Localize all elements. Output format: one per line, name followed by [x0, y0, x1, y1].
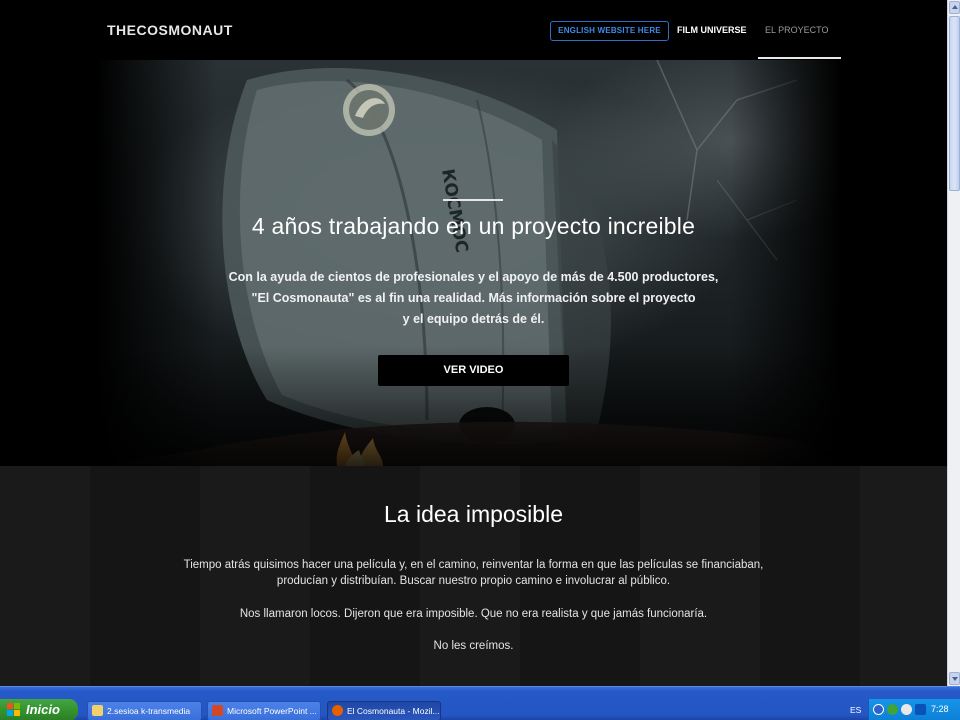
windows-logo-icon [7, 703, 21, 717]
nav-item-el-proyecto[interactable]: EL PROYECTO [765, 25, 829, 35]
start-label: Inicio [26, 702, 60, 717]
folder-icon [92, 705, 103, 716]
hero-description-line: "El Cosmonauta" es al fin una realidad. … [251, 291, 696, 305]
start-button[interactable]: Inicio [0, 699, 78, 720]
clock[interactable]: 7:28 [931, 704, 949, 714]
idea-paragraph: Tiempo atrás quisimos hacer una película… [183, 559, 764, 571]
hero-section: КОСМОС [97, 60, 841, 466]
english-website-button[interactable]: ENGLISH WEBSITE HERE [550, 21, 669, 41]
arrow-up-icon [952, 5, 958, 9]
hero-divider [443, 199, 503, 201]
windows-taskbar: Inicio 2.sesioa k-transmedia Microsoft P… [0, 686, 960, 720]
messenger-icon[interactable] [901, 704, 912, 715]
hero-description-line: Con la ayuda de cientos de profesionales… [228, 270, 719, 284]
top-navigation: THECOSMONAUT ENGLISH WEBSITE HERE FILM U… [0, 0, 947, 60]
nav-active-underline [758, 57, 841, 59]
background-panel [0, 466, 90, 686]
arrow-down-icon [952, 677, 958, 681]
idea-title: La idea imposible [383, 501, 563, 527]
background-panel [860, 466, 947, 686]
hero-description-line: y el equipo detrás de él. [402, 312, 545, 326]
ver-video-button[interactable]: VER VIDEO [378, 355, 569, 386]
idea-section: La idea imposible Tiempo atrás quisimos … [0, 466, 947, 686]
taskbar-item-label: 2.sesioa k-transmedia [107, 706, 191, 716]
idea-paragraph: No les creímos. [433, 640, 514, 652]
security-icon[interactable] [887, 704, 898, 715]
taskbar-item-label: El Cosmonauta - Mozil... [347, 706, 440, 716]
taskbar-item-folder[interactable]: 2.sesioa k-transmedia [87, 701, 202, 720]
site-logo[interactable]: THECOSMONAUT [107, 22, 233, 38]
taskbar-item-firefox[interactable]: El Cosmonauta - Mozil... [327, 701, 441, 720]
taskbar-item-label: Microsoft PowerPoint ... [227, 706, 317, 716]
taskbar-item-powerpoint[interactable]: Microsoft PowerPoint ... [207, 701, 321, 720]
language-indicator[interactable]: ES [850, 705, 861, 715]
firefox-icon [332, 705, 343, 716]
nav-item-film-universe[interactable]: FILM UNIVERSE [677, 25, 747, 35]
idea-paragraph: Nos llamaron locos. Dijeron que era impo… [239, 608, 708, 620]
vertical-scrollbar[interactable] [947, 0, 960, 686]
display-icon[interactable] [915, 704, 926, 715]
system-tray: 7:28 [868, 699, 960, 720]
scroll-down-button[interactable] [949, 672, 960, 685]
scroll-up-button[interactable] [949, 1, 960, 14]
idea-paragraph: producían y distribuían. Buscar nuestro … [276, 575, 671, 587]
hero-title: 4 años trabajando en un proyecto increib… [251, 213, 696, 239]
network-icon[interactable] [873, 704, 884, 715]
browser-viewport: THECOSMONAUT ENGLISH WEBSITE HERE FILM U… [0, 0, 947, 686]
scrollbar-thumb[interactable] [949, 16, 960, 191]
powerpoint-icon [212, 705, 223, 716]
